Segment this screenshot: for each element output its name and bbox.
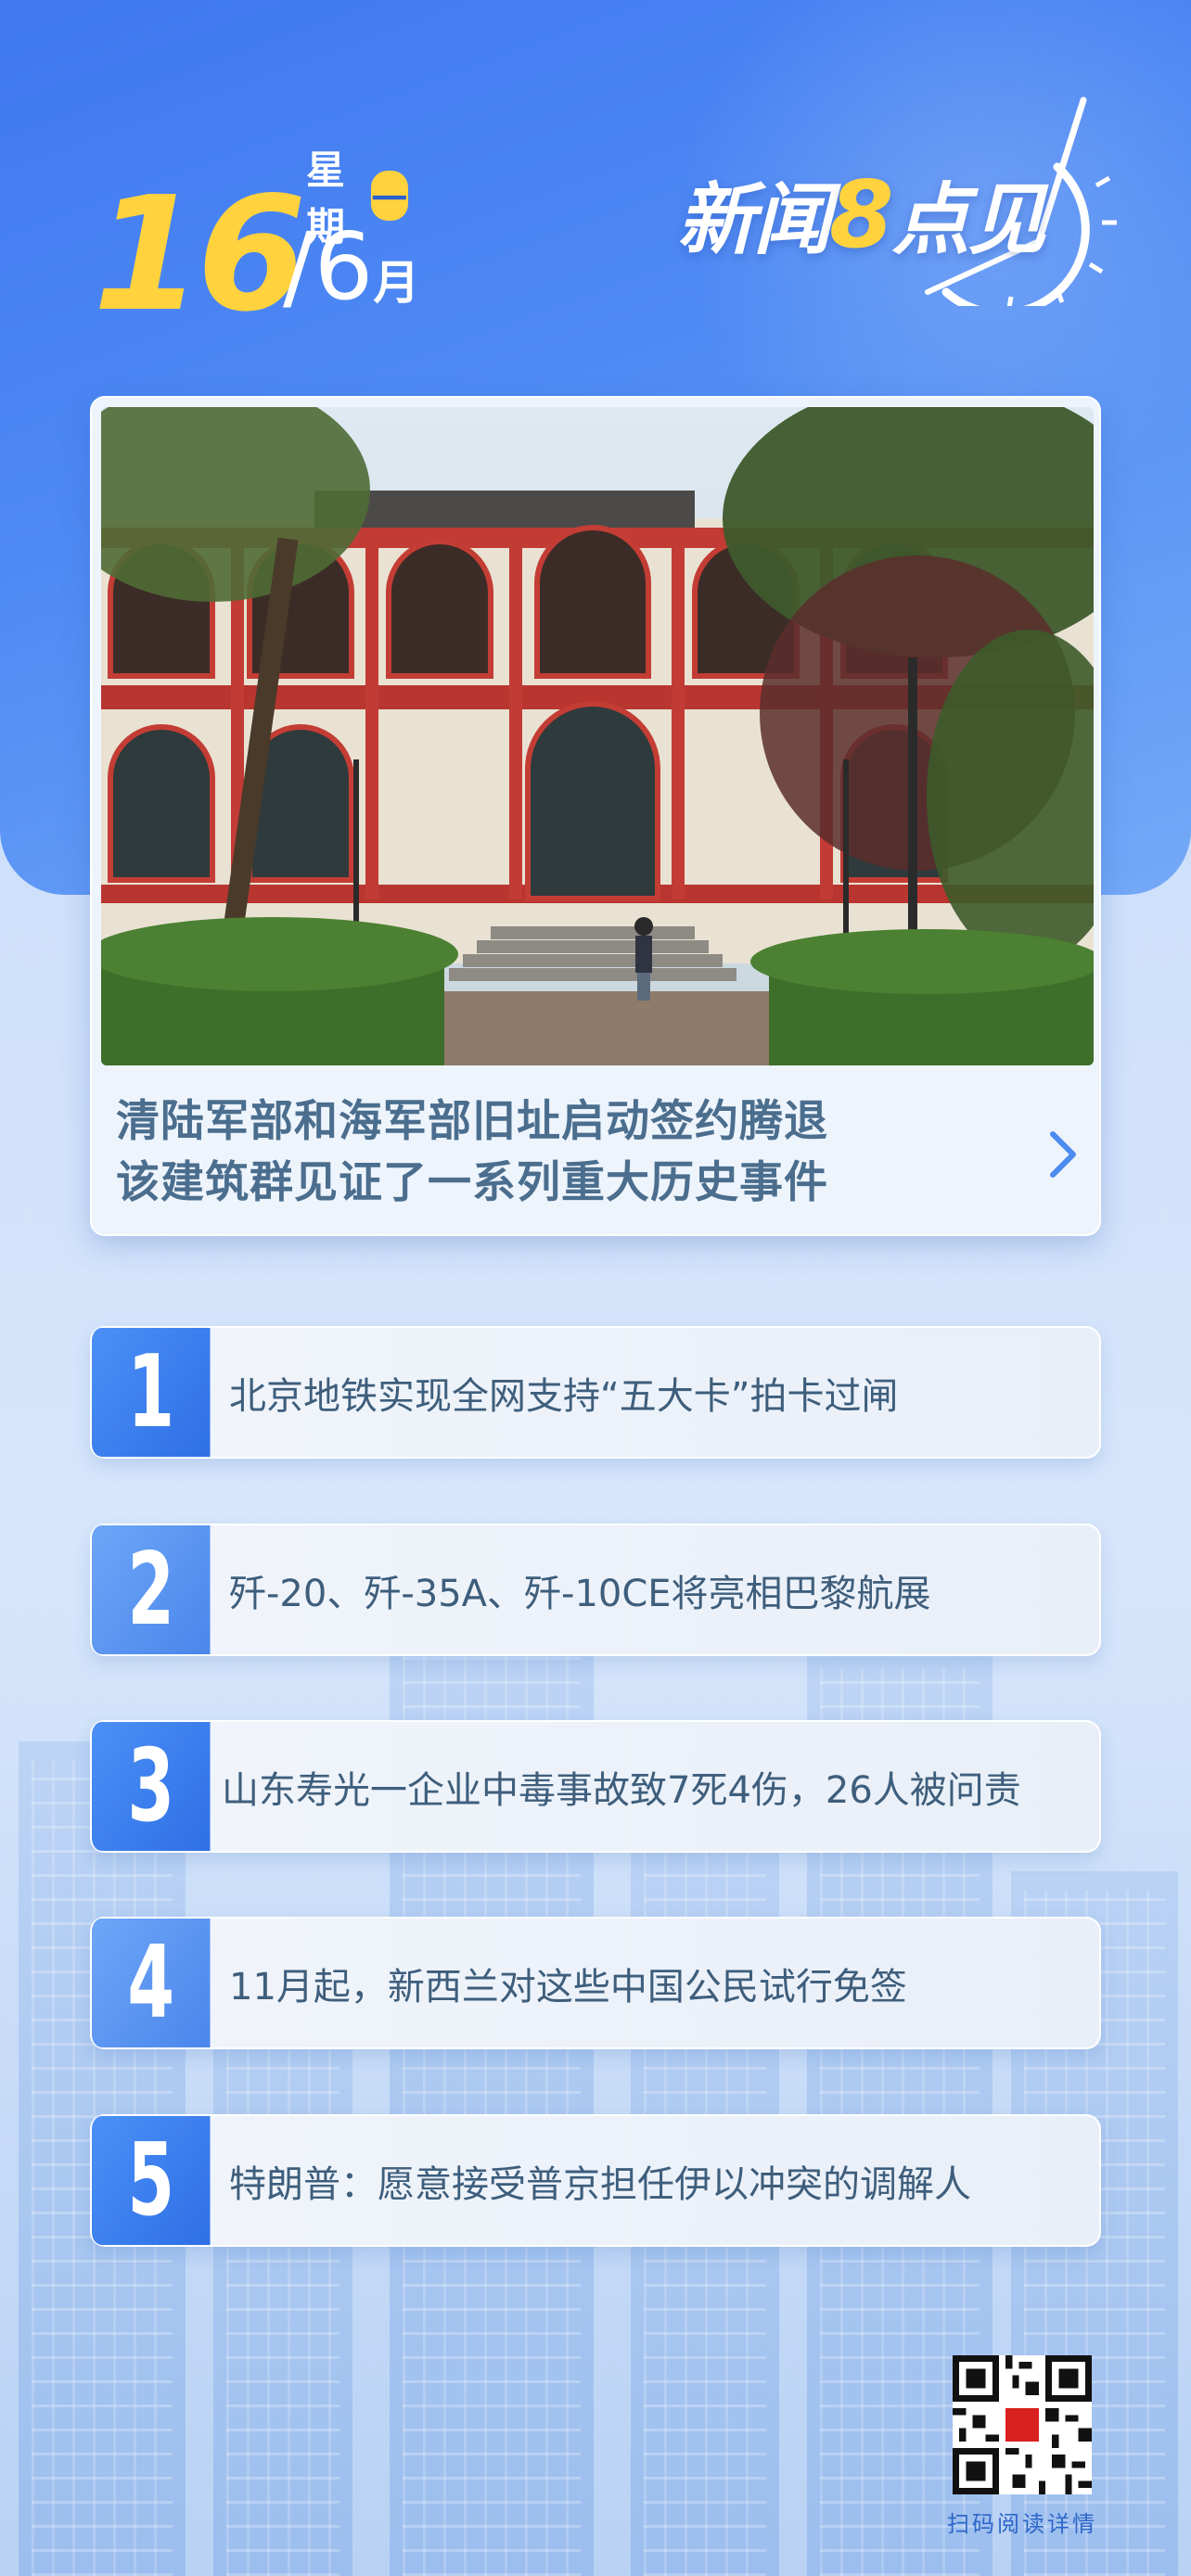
lead-story-photo: [101, 407, 1094, 1065]
news-title-4: 11月起，新西兰对这些中国公民试行免签: [229, 1965, 907, 2009]
brand-title-eight: 8: [829, 160, 894, 269]
qr-code-icon[interactable]: [953, 2355, 1092, 2494]
news-number-4: 4: [92, 1919, 211, 2047]
qr-block[interactable]: 扫码阅读详情: [939, 2355, 1106, 2538]
news-item-2[interactable]: 2 歼-20、歼-35A、歼-10CE将亮相巴黎航展: [90, 1524, 1101, 1656]
news-item-3[interactable]: 3 山东寿光一企业中毒事故致7死4伤，26人被问责: [90, 1720, 1101, 1853]
news-title-5: 特朗普：愿意接受普京担任伊以冲突的调解人: [229, 2162, 971, 2206]
news-item-4[interactable]: 4 11月起，新西兰对这些中国公民试行免签: [90, 1917, 1101, 2049]
day-number: 16: [93, 163, 307, 347]
news-title-1: 北京地铁实现全网支持“五大卡”拍卡过闸: [229, 1374, 899, 1418]
news-item-1[interactable]: 1 北京地铁实现全网支持“五大卡”拍卡过闸: [90, 1326, 1101, 1459]
news-title-3: 山东寿光一企业中毒事故致7死4伤，26人被问责: [222, 1768, 1021, 1812]
news-item-5[interactable]: 5 特朗普：愿意接受普京担任伊以冲突的调解人: [90, 2114, 1101, 2247]
lead-story-title: 清陆军部和海军部旧址启动签约腾退 该建筑群见证了一系列重大历史事件: [116, 1091, 1025, 1214]
brand-title-part1: 新闻: [677, 174, 831, 265]
month: /6月: [283, 221, 419, 313]
building-illustration: [101, 407, 1094, 1065]
month-unit: 月: [373, 256, 420, 310]
weekday-number-badge: 一: [370, 171, 409, 221]
brand-title: 新闻8点见: [677, 158, 1046, 270]
news-title-2: 歼-20、歼-35A、歼-10CE将亮相巴黎航展: [229, 1572, 931, 1615]
lead-story-title-line2: 该建筑群见证了一系列重大历史事件: [116, 1156, 828, 1208]
news-number-1: 1: [92, 1328, 211, 1457]
news-number-2: 2: [92, 1525, 211, 1654]
lead-story-card[interactable]: 清陆军部和海军部旧址启动签约腾退 该建筑群见证了一系列重大历史事件: [90, 396, 1101, 1236]
news-number-3: 3: [92, 1722, 211, 1851]
lead-story-title-line1: 清陆军部和海军部旧址启动签约腾退: [116, 1096, 828, 1147]
brand-title-part2: 点见: [891, 174, 1046, 265]
brand-logo: 新闻8点见: [668, 93, 1150, 306]
chevron-right-icon[interactable]: [1047, 1129, 1079, 1180]
news-number-5: 5: [92, 2116, 211, 2245]
qr-caption: 扫码阅读详情: [947, 2511, 1097, 2537]
month-number: /6: [283, 212, 374, 321]
